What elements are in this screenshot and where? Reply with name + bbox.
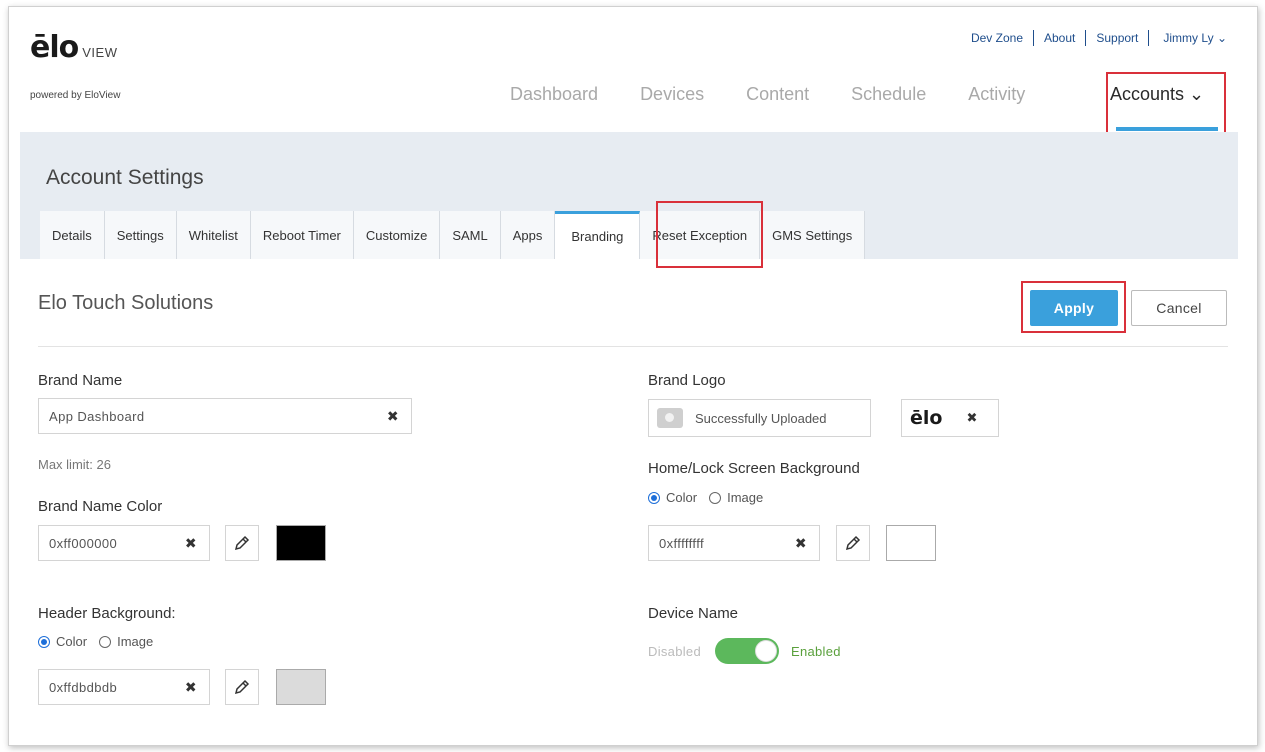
camera-icon: [657, 408, 683, 428]
company-name: Elo Touch Solutions: [38, 292, 214, 314]
toggle-on-label: Enabled: [790, 643, 841, 659]
eyedropper-icon: [234, 679, 250, 695]
header-background-field[interactable]: 0xffdbdbdb ✖: [38, 669, 210, 705]
eyedropper-button[interactable]: [836, 525, 870, 561]
tab-branding[interactable]: Branding: [555, 211, 641, 259]
clear-icon[interactable]: ✖: [185, 679, 197, 696]
radio-color-label: Color: [56, 634, 88, 649]
nav-activity[interactable]: Activity: [968, 84, 1025, 105]
clear-icon[interactable]: ✖: [387, 408, 399, 425]
main-nav: Dashboard Devices Content Schedule Activ…: [510, 84, 1067, 105]
header-background-options: Color Image: [38, 634, 153, 649]
header-background-label: Header Background:: [38, 605, 176, 622]
tab-settings[interactable]: Settings: [104, 211, 177, 259]
radio-image-label: Image: [117, 634, 154, 649]
home-lock-bg-value: 0xffffffff: [659, 535, 704, 551]
brand-name-hint: Max limit: 26: [38, 457, 111, 472]
highlight-branding: [656, 201, 763, 268]
brand-logo-label: Brand Logo: [648, 372, 726, 389]
brand-name-color-field[interactable]: 0xff000000 ✖: [38, 525, 210, 561]
radio-image[interactable]: [99, 635, 112, 648]
home-lock-bg-swatch[interactable]: [886, 525, 936, 561]
brand-name-color-swatch[interactable]: [276, 525, 326, 561]
logo-preview-image: ēlo: [910, 407, 943, 429]
home-lock-bg-field[interactable]: 0xffffffff ✖: [648, 525, 820, 561]
brand-name-value: App Dashboard: [49, 408, 145, 424]
header-background-swatch[interactable]: [276, 669, 326, 705]
dev-zone-link[interactable]: Dev Zone: [961, 31, 1033, 45]
radio-color[interactable]: [648, 491, 660, 504]
nav-devices[interactable]: Devices: [640, 84, 704, 105]
brand-name-color-label: Brand Name Color: [38, 498, 163, 515]
tab-customize[interactable]: Customize: [353, 211, 441, 259]
divider: [38, 346, 1228, 347]
app-window: [8, 6, 1258, 746]
header-background-value: 0xffdbdbdb: [49, 679, 118, 695]
nav-dashboard[interactable]: Dashboard: [510, 84, 598, 105]
home-lock-bg-label: Home/Lock Screen Background: [648, 460, 860, 477]
radio-image[interactable]: [709, 491, 722, 504]
tab-reboot-timer[interactable]: Reboot Timer: [250, 211, 354, 259]
highlight-accounts: [1106, 72, 1226, 140]
device-name-toggle[interactable]: [714, 638, 779, 664]
tab-saml[interactable]: SAML: [440, 211, 501, 259]
radio-color-label: Color: [666, 490, 698, 505]
utility-nav: Dev Zone About Support Jimmy Ly ⌄: [961, 30, 1227, 46]
user-menu[interactable]: Jimmy Ly ⌄: [1149, 31, 1227, 45]
eyedropper-icon: [234, 535, 250, 551]
about-link[interactable]: About: [1034, 31, 1085, 45]
support-link[interactable]: Support: [1086, 31, 1148, 45]
brand-name-color-value: 0xff000000: [49, 535, 118, 551]
cancel-button[interactable]: Cancel: [1131, 290, 1227, 326]
eyedropper-icon: [845, 535, 861, 551]
toggle-knob: [754, 640, 777, 662]
tab-whitelist[interactable]: Whitelist: [176, 211, 251, 259]
nav-content[interactable]: Content: [746, 84, 809, 105]
tab-details[interactable]: Details: [40, 211, 105, 259]
tab-apps[interactable]: Apps: [500, 211, 556, 259]
eyedropper-button[interactable]: [225, 669, 259, 705]
brand-name-field[interactable]: App Dashboard ✖: [38, 398, 412, 434]
logo-word: VIEW: [82, 45, 118, 60]
toggle-off-label: Disabled: [648, 643, 701, 659]
device-name-label: Device Name: [648, 605, 739, 622]
radio-color[interactable]: [38, 635, 50, 648]
nav-schedule[interactable]: Schedule: [851, 84, 926, 105]
tab-gms-settings[interactable]: GMS Settings: [760, 211, 866, 259]
radio-image-label: Image: [727, 490, 764, 505]
remove-logo-icon[interactable]: ✖: [966, 410, 977, 426]
logo-mark: ēlo: [30, 30, 79, 65]
home-lock-bg-options: Color Image: [648, 490, 763, 505]
powered-by-text: powered by EloView: [30, 90, 121, 101]
elo-view-logo[interactable]: ēlo VIEW: [30, 30, 117, 65]
eyedropper-button[interactable]: [225, 525, 259, 561]
brand-logo-upload[interactable]: Successfully Uploaded: [648, 399, 871, 437]
page-title: Account Settings: [46, 166, 204, 189]
brand-name-label: Brand Name: [38, 372, 123, 389]
brand-logo-preview: ēlo ✖: [901, 399, 999, 437]
highlight-apply: [1021, 281, 1126, 333]
device-name-toggle-row: Disabled Enabled: [648, 638, 841, 664]
clear-icon[interactable]: ✖: [795, 535, 807, 552]
upload-status: Successfully Uploaded: [695, 410, 827, 426]
clear-icon[interactable]: ✖: [185, 535, 197, 552]
